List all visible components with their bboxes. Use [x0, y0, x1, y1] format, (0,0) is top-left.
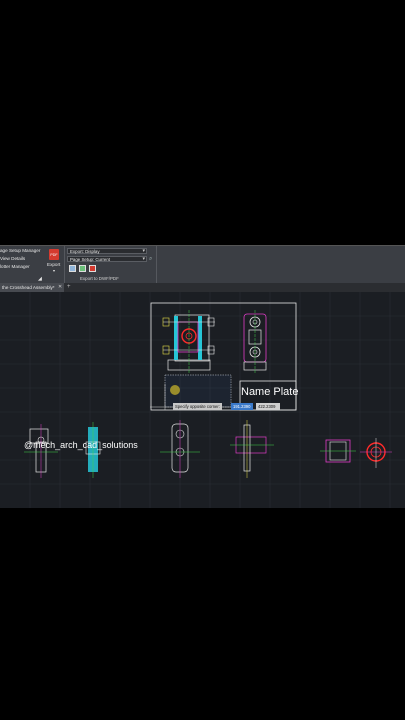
- coord-x-input[interactable]: 191.2390: [231, 403, 253, 410]
- preview-icon[interactable]: [69, 265, 76, 272]
- page-setup-select[interactable]: Page Setup: Current: [67, 256, 147, 262]
- ribbon-separator: [156, 246, 157, 284]
- pdf-icon[interactable]: PDF: [49, 249, 59, 260]
- part-drawing-4: [230, 420, 274, 478]
- close-tab-icon[interactable]: ✕: [58, 283, 62, 292]
- ribbon: age Setup Manager View Details lotter Ma…: [0, 245, 405, 284]
- part-drawing-5: [320, 439, 356, 463]
- coord-y-input[interactable]: 422.2309: [256, 403, 280, 410]
- plot-icon[interactable]: [79, 265, 86, 272]
- export-dropdown-icon[interactable]: ▾: [53, 268, 55, 273]
- pdf-small-icon[interactable]: [89, 265, 96, 272]
- crosshead-front-view: [162, 310, 215, 374]
- add-tab-icon[interactable]: +: [67, 284, 71, 290]
- view-details-button[interactable]: View Details: [0, 256, 25, 261]
- crosshead-side-view: [243, 310, 267, 374]
- search-icon[interactable]: ⌕: [149, 256, 152, 263]
- command-prompt-tooltip: Specify opposite corner:: [173, 403, 222, 410]
- part-drawing-2: [85, 422, 101, 478]
- name-plate-label: Name Plate: [241, 386, 299, 398]
- drawing-svg: [0, 292, 405, 508]
- ribbon-separator: [64, 246, 65, 284]
- plotter-manager-button[interactable]: lotter Manager: [0, 264, 30, 269]
- export-display-select[interactable]: Export: Display: [67, 248, 147, 254]
- export-button[interactable]: Export: [47, 262, 60, 267]
- export-panel-title: Export to DWF/PDF: [80, 276, 119, 281]
- page-setup-manager-button[interactable]: age Setup Manager: [0, 248, 40, 253]
- part-drawing-3: [160, 420, 200, 478]
- part-drawing-6: [360, 438, 392, 468]
- tab-crosshead-assembly[interactable]: the Crosshead Assembly*: [0, 283, 64, 292]
- watermark-text: @mech_arch_cad_solutions: [24, 440, 138, 450]
- snap-marker-icon: [170, 385, 180, 395]
- part-drawing-1: [24, 424, 58, 478]
- panel-expand-icon[interactable]: ◢: [38, 276, 42, 282]
